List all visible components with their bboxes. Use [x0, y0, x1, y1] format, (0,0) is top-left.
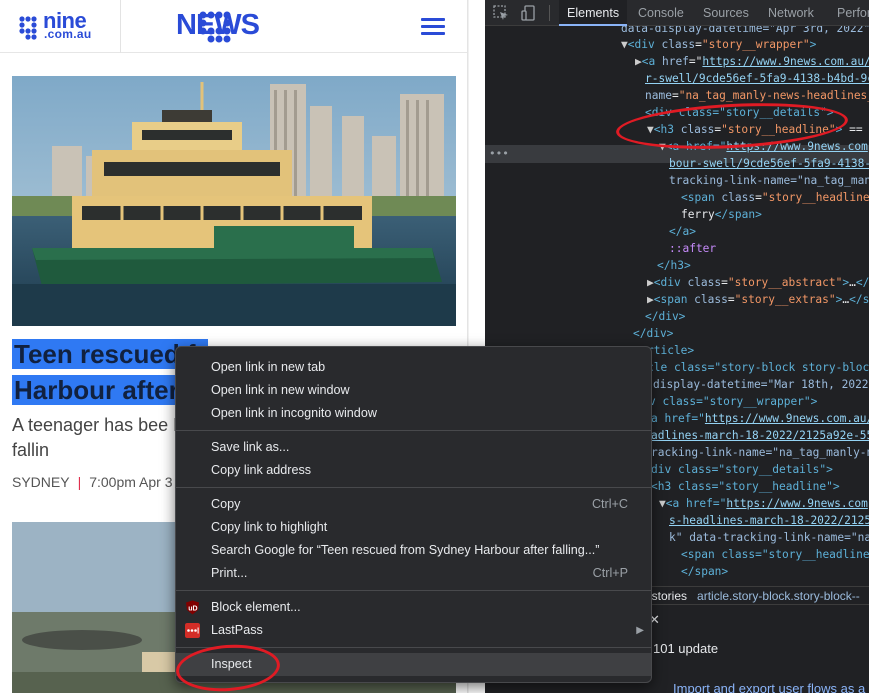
brand-news-text: NEWS	[176, 9, 260, 41]
story-time: 7:00pm Apr 3	[89, 474, 173, 490]
breadcrumb-item[interactable]: article.story-block.story-block--	[697, 589, 860, 603]
menu-item-label: Print...	[211, 566, 248, 580]
dom-line[interactable]: adlines-march-18-2022/2125a92e-55	[651, 427, 869, 444]
menu-item-label: Inspect	[211, 657, 252, 671]
dom-line[interactable]: rticle>	[647, 342, 694, 359]
dom-line[interactable]: <span class="story__headline_	[681, 189, 869, 206]
dom-line[interactable]: racking-link-name="na_tag_manly-n	[651, 444, 869, 461]
dom-line[interactable]: v class="story__wrapper">	[649, 393, 817, 410]
dom-line[interactable]: a href="https://www.9news.com.au/	[651, 410, 869, 427]
dom-line[interactable]: </h3>	[657, 257, 691, 274]
whats-new-link[interactable]: Import and export user flows as a JSON f…	[673, 681, 869, 693]
dom-line[interactable]: data-display-datetime="Apr 3rd, 2022"	[621, 26, 869, 35]
dom-line[interactable]: ▶<div class="story__abstract">…</div>	[647, 274, 869, 291]
lastpass-icon	[185, 623, 200, 638]
site-header: nine .com.au NEWS	[0, 0, 469, 53]
menu-item-label: Block element...	[211, 600, 301, 614]
dom-line[interactable]: r-swell/9cde56ef-5fa9-4138-b4bd-9c	[645, 70, 869, 87]
menu-copy-link-address[interactable]: Copy link address	[176, 459, 651, 482]
tab-performance[interactable]: Perfor	[829, 0, 869, 26]
menu-item-label: Copy link address	[211, 463, 312, 477]
headline-line-2[interactable]: Harbour after	[12, 375, 181, 405]
menu-item-label: Open link in new window	[211, 383, 350, 397]
tab-network[interactable]: Network	[760, 0, 822, 26]
menu-item-label: Save link as...	[211, 440, 290, 454]
tab-console[interactable]: Console	[630, 0, 692, 26]
dom-line[interactable]: <div class="story__details">	[645, 104, 834, 121]
dom-line[interactable]: bour-swell/9cde56ef-5fa9-4138-b	[669, 155, 869, 172]
menu-separator	[176, 487, 651, 488]
dom-line[interactable]: tracking-link-name="na_tag_manl	[669, 172, 869, 189]
menu-lastpass[interactable]: LastPass ▶	[176, 619, 651, 642]
dom-line[interactable]: cle class="story-block story-block	[647, 359, 869, 376]
device-toolbar-icon[interactable]	[521, 5, 537, 21]
story-meta: SYDNEY | 7:00pm Apr 3	[12, 474, 173, 490]
menu-item-label: Open link in incognito window	[211, 406, 377, 420]
dom-line[interactable]: ▼<a href="https://www.9news.com	[659, 495, 868, 512]
menu-print[interactable]: Print... Ctrl+P	[176, 562, 651, 585]
devtools-toolbar: Elements Console Sources Network Perfor	[485, 0, 869, 26]
menu-open-new-window[interactable]: Open link in new window	[176, 379, 651, 402]
menu-copy[interactable]: Copy Ctrl+C	[176, 493, 651, 516]
dom-line[interactable]: </div>	[645, 308, 685, 325]
dom-line[interactable]: ▼<div class="story__wrapper">	[621, 36, 816, 53]
screenshot-root: nine .com.au NEWS Teen rescued fr Harbou…	[0, 0, 869, 693]
toolbar-divider	[549, 5, 550, 21]
dom-line[interactable]: <span class="story__headline_	[681, 546, 869, 563]
devtools-drawer: ✕ 101 update Import and export user flow…	[645, 604, 869, 693]
tab-elements[interactable]: Elements	[559, 0, 628, 26]
tab-sources[interactable]: Sources	[695, 0, 757, 26]
dom-line[interactable]: display-datetime="Mar 18th, 2022"	[653, 376, 869, 393]
brand-nine-sub-text: .com.au	[44, 27, 92, 41]
hero-ferry-image[interactable]	[12, 76, 456, 326]
dom-line[interactable]: k" data-tracking-link-name="na_	[669, 529, 869, 546]
svg-text:uD: uD	[188, 606, 197, 613]
hamburger-menu-icon[interactable]	[421, 18, 445, 36]
meta-separator: |	[77, 474, 82, 490]
whats-new-title: 101 update	[653, 641, 719, 656]
menu-shortcut: Ctrl+C	[591, 497, 628, 511]
dom-line[interactable]: name="na_tag_manly-news-headlines_	[645, 87, 869, 104]
inspect-element-icon[interactable]	[493, 5, 509, 21]
menu-inspect[interactable]: Inspect	[176, 653, 651, 676]
menu-item-label: Open link in new tab	[211, 360, 326, 374]
menu-copy-link-to-highlight[interactable]: Copy link to highlight	[176, 516, 651, 539]
dom-line[interactable]: </a>	[669, 223, 696, 240]
dom-line[interactable]: div class="story__details">	[651, 461, 833, 478]
dom-line[interactable]: </span>	[681, 563, 728, 580]
context-menu: Open link in new tab Open link in new wi…	[175, 346, 652, 683]
dom-line[interactable]: s-headlines-march-18-2022/2125a	[669, 512, 869, 529]
dom-line-selected[interactable]: ▼<h3 class="story__headline"> == $	[647, 121, 869, 138]
dom-line[interactable]: ▶<span class="story__extras">…</span>	[647, 291, 869, 308]
menu-save-link-as[interactable]: Save link as...	[176, 436, 651, 459]
dom-breadcrumb: _stories article.story-block.story-block…	[645, 586, 869, 604]
submenu-arrow-icon: ▶	[636, 625, 644, 636]
dom-line[interactable]: ferry</span>	[681, 206, 762, 223]
menu-shortcut: Ctrl+P	[592, 566, 628, 580]
ublock-origin-icon: uD	[186, 600, 199, 615]
story-location: SYDNEY	[12, 474, 70, 490]
menu-item-label: LastPass	[211, 623, 263, 637]
header-divider	[120, 0, 121, 53]
menu-separator	[176, 647, 651, 648]
dom-line[interactable]: </div>	[633, 325, 673, 342]
menu-open-new-tab[interactable]: Open link in new tab	[176, 356, 651, 379]
menu-block-element[interactable]: uD Block element...	[176, 596, 651, 619]
dom-line[interactable]: ▼<a href="https://www.9news.com	[659, 138, 868, 155]
menu-item-label: Copy	[211, 497, 241, 511]
menu-search-google[interactable]: Search Google for “Teen rescued from Syd…	[176, 539, 651, 562]
menu-item-label: Search Google for “Teen rescued from Syd…	[211, 543, 600, 557]
menu-separator	[176, 590, 651, 591]
dom-line[interactable]: ▶<a href="https://www.9news.com.au/	[635, 53, 869, 70]
menu-separator	[176, 430, 651, 431]
dom-line[interactable]: <h3 class="story__headline">	[651, 478, 840, 495]
dom-line[interactable]: ::after	[669, 240, 716, 257]
node-more-dots[interactable]: •••	[489, 147, 509, 160]
menu-item-label: Copy link to highlight	[211, 520, 328, 534]
menu-open-incognito[interactable]: Open link in incognito window	[176, 402, 651, 425]
